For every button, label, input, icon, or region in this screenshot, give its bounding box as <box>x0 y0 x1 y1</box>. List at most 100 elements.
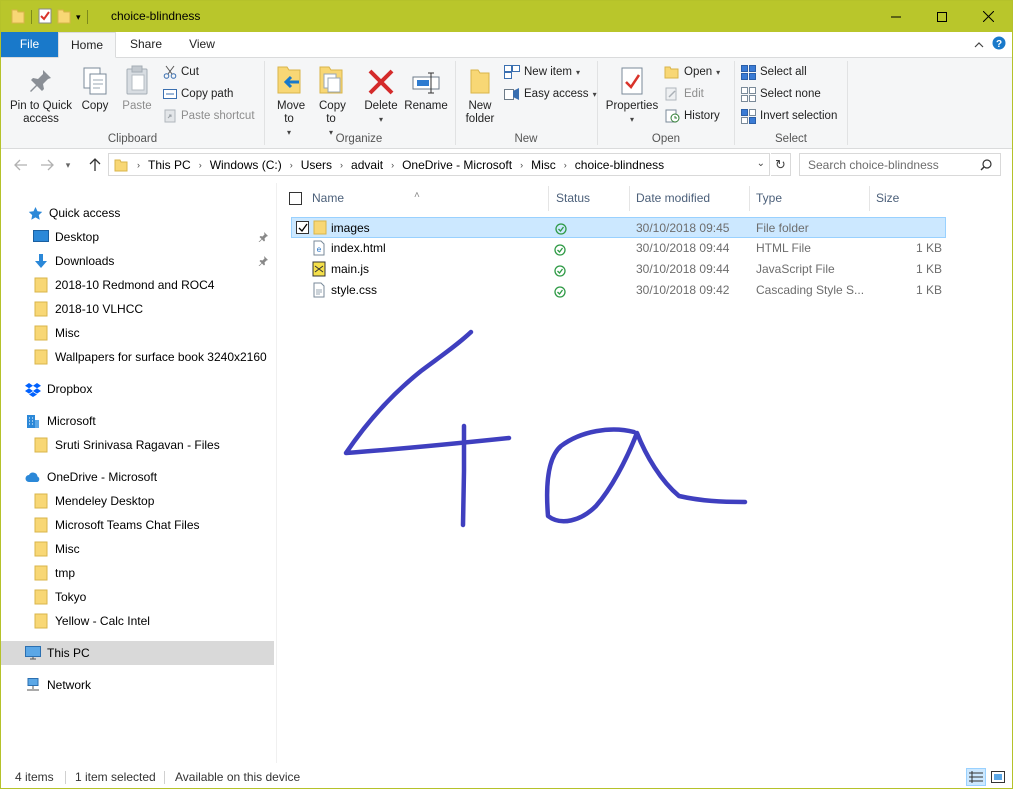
nav-folder[interactable]: Tokyo <box>1 585 274 609</box>
nav-label: 2018-10 VLHCC <box>55 302 144 316</box>
tab-home[interactable]: Home <box>58 32 116 58</box>
properties-button[interactable]: Properties ▾ <box>604 62 660 126</box>
nav-network[interactable]: Network <box>1 673 274 697</box>
cut-button[interactable]: Cut <box>163 62 199 82</box>
new-folder-button[interactable]: New folder <box>460 62 500 126</box>
breadcrumb-item[interactable]: This PC <box>143 158 196 172</box>
nav-folder[interactable]: Wallpapers for surface book 3240x2160 <box>1 345 274 369</box>
copy-button[interactable]: Copy <box>77 62 113 113</box>
paste-button[interactable]: Paste <box>118 62 156 113</box>
column-type[interactable]: Type <box>750 186 870 211</box>
breadcrumb-separator-icon[interactable]: › <box>337 160 346 170</box>
nav-folder[interactable]: 2018-10 VLHCC <box>1 297 274 321</box>
file-row[interactable]: e index.html 30/10/2018 09:44 HTML File … <box>291 238 946 259</box>
move-to-button[interactable]: Move to ▾ <box>271 62 307 139</box>
breadcrumb-item[interactable]: OneDrive - Microsoft <box>397 158 517 172</box>
collapse-ribbon-chevron-icon[interactable] <box>974 38 984 52</box>
nav-folder[interactable]: Misc <box>1 537 274 561</box>
back-button[interactable] <box>11 155 31 175</box>
new-item-button[interactable]: New item ▾ <box>504 62 580 82</box>
paste-shortcut-button[interactable]: Paste shortcut <box>163 106 255 126</box>
nav-this-pc[interactable]: This PC <box>1 641 274 665</box>
row-checkbox[interactable] <box>296 221 309 234</box>
nav-label: OneDrive - Microsoft <box>47 470 158 484</box>
file-list-header: Name ˄ Status Date modified Type Size <box>278 186 948 211</box>
maximize-button[interactable] <box>919 1 965 32</box>
nav-downloads[interactable]: Downloads <box>1 249 274 273</box>
forward-button[interactable] <box>37 155 57 175</box>
open-button[interactable]: Open ▾ <box>664 62 720 82</box>
history-button[interactable]: History <box>664 106 720 126</box>
address-history-chevron-icon[interactable]: ⌄ <box>757 158 765 169</box>
help-icon[interactable]: ? <box>992 36 1006 53</box>
tab-file[interactable]: File <box>1 32 58 57</box>
nav-pane-splitter[interactable] <box>276 183 277 763</box>
breadcrumb-item[interactable]: Users <box>296 158 337 172</box>
breadcrumb-separator-icon[interactable]: › <box>517 160 526 170</box>
pin-icon[interactable] <box>258 255 268 269</box>
nav-folder[interactable]: Microsoft Teams Chat Files <box>1 513 274 537</box>
nav-folder[interactable]: tmp <box>1 561 274 585</box>
tab-view[interactable]: View <box>176 32 228 57</box>
copy-to-button[interactable]: Copy to ▾ <box>313 62 349 139</box>
minimize-button[interactable] <box>873 1 919 32</box>
column-name[interactable]: Name ˄ <box>278 186 549 211</box>
properties-qat-icon[interactable] <box>38 8 52 27</box>
details-view-icon <box>969 771 983 783</box>
column-status[interactable]: Status <box>550 186 630 211</box>
rename-button[interactable]: Rename <box>403 62 449 113</box>
select-all-button[interactable]: Select all <box>741 62 807 82</box>
close-button[interactable] <box>965 1 1011 32</box>
column-date-modified[interactable]: Date modified <box>630 186 750 211</box>
pin-icon[interactable] <box>258 231 268 245</box>
properties-label: Properties <box>605 100 659 112</box>
breadcrumb-item[interactable]: Misc <box>526 158 561 172</box>
nav-folder[interactable]: Misc <box>1 321 274 345</box>
breadcrumb-separator-icon[interactable]: › <box>287 160 296 170</box>
select-group: Select all Select none Invert selection … <box>735 58 847 148</box>
nav-folder[interactable]: Yellow - Calc Intel <box>1 609 274 633</box>
breadcrumb-item[interactable]: Windows (C:) <box>205 158 287 172</box>
edit-button[interactable]: Edit <box>664 84 704 104</box>
recent-locations-button[interactable]: ▾ <box>61 155 75 175</box>
nav-onedrive[interactable]: OneDrive - Microsoft <box>1 465 274 489</box>
breadcrumb-item[interactable]: advait <box>346 158 388 172</box>
breadcrumb-separator-icon[interactable]: › <box>388 160 397 170</box>
easy-access-button[interactable]: Easy access ▾ <box>504 84 597 104</box>
tab-share[interactable]: Share <box>118 32 174 57</box>
details-view-button[interactable] <box>966 768 986 786</box>
breadcrumb-separator-icon[interactable]: › <box>196 160 205 170</box>
address-bar[interactable]: › This PC › Windows (C:) › Users › advai… <box>108 153 770 176</box>
title-bar: ▾ choice-blindness <box>1 1 1012 32</box>
nav-folder[interactable]: Mendeley Desktop <box>1 489 274 513</box>
nav-folder[interactable]: Sruti Srinivasa Ragavan - Files <box>1 433 274 457</box>
large-icons-view-button[interactable] <box>988 768 1008 786</box>
delete-button[interactable]: Delete ▾ <box>361 62 401 126</box>
nav-label: Quick access <box>49 206 121 220</box>
availability-status: Available on this device <box>175 770 301 784</box>
nav-label: Desktop <box>55 230 100 244</box>
up-button[interactable] <box>85 155 105 175</box>
nav-quick-access[interactable]: Quick access <box>1 201 274 225</box>
search-box[interactable] <box>799 153 1001 176</box>
search-input[interactable] <box>808 157 978 172</box>
breadcrumb-separator-icon[interactable]: › <box>561 160 570 170</box>
copy-path-button[interactable]: Copy path <box>163 84 233 104</box>
nav-desktop[interactable]: Desktop <box>1 225 274 249</box>
column-size[interactable]: Size <box>870 186 948 211</box>
new-folder-qat-icon[interactable] <box>57 8 71 27</box>
pin-to-quick-access-button[interactable]: Pin to Quick access <box>5 62 77 126</box>
customize-qat-chevron-icon[interactable]: ▾ <box>76 8 81 26</box>
breadcrumb-item[interactable]: choice-blindness <box>570 158 669 172</box>
refresh-button[interactable]: ↻ <box>771 153 791 176</box>
file-row[interactable]: style.css 30/10/2018 09:42 Cascading Sty… <box>291 280 946 301</box>
file-row[interactable]: main.js 30/10/2018 09:44 JavaScript File… <box>291 259 946 280</box>
invert-selection-button[interactable]: Invert selection <box>741 106 837 126</box>
nav-microsoft[interactable]: Microsoft <box>1 409 274 433</box>
select-none-button[interactable]: Select none <box>741 84 821 104</box>
navigation-pane: Quick access Desktop Downloads 2018-10 R… <box>1 196 276 764</box>
file-row[interactable]: images 30/10/2018 09:45 File folder <box>291 217 946 238</box>
nav-folder[interactable]: 2018-10 Redmond and ROC4 <box>1 273 274 297</box>
nav-dropbox[interactable]: Dropbox <box>1 377 274 401</box>
select-all-checkbox[interactable] <box>289 192 302 205</box>
